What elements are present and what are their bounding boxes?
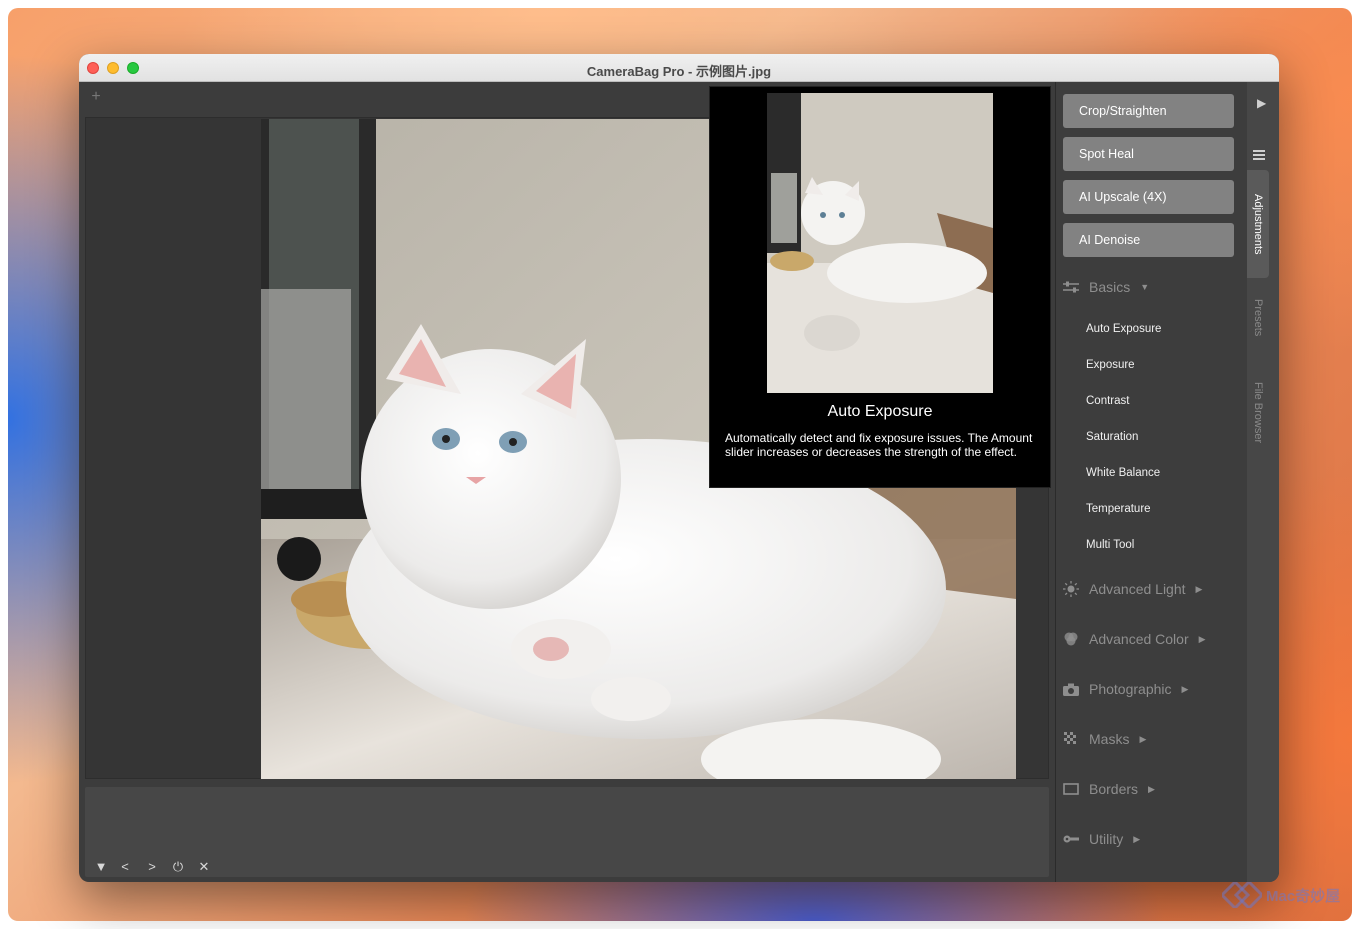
adjustment-tooltip: Auto Exposure Automatically detect and f…	[709, 86, 1051, 488]
panel-tab-strip: ▶ Adjustments Presets File Browser	[1247, 82, 1279, 882]
caret-right-icon: ▶	[1181, 683, 1189, 694]
adjustment-multi-tool[interactable]: Multi Tool	[1086, 539, 1134, 551]
section-label: Photographic	[1089, 681, 1172, 697]
ai-denoise-button[interactable]: AI Denoise	[1063, 223, 1234, 257]
caret-right-icon: ▶	[1198, 633, 1206, 644]
camera-icon	[1062, 680, 1080, 698]
next-image-button[interactable]: >	[144, 859, 160, 874]
adjustment-saturation[interactable]: Saturation	[1086, 431, 1138, 443]
section-utility[interactable]: Utility ▶	[1062, 827, 1140, 851]
tab-presets[interactable]: Presets	[1247, 288, 1269, 348]
title-bar: CameraBag Pro - 示例图片.jpg	[79, 54, 1279, 82]
watermark-logo-icon	[1222, 882, 1262, 908]
section-label: Advanced Light	[1089, 581, 1186, 597]
tab-adjustments[interactable]: Adjustments	[1247, 170, 1269, 278]
sliders-icon	[1062, 278, 1080, 296]
tab-file-browser[interactable]: File Browser	[1247, 368, 1269, 458]
adjustment-contrast[interactable]: Contrast	[1086, 395, 1129, 407]
caret-right-icon: ▶	[1133, 833, 1141, 844]
watermark: Mac奇妙屋	[1222, 882, 1340, 908]
window-title: CameraBag Pro - 示例图片.jpg	[586, 64, 772, 79]
adjustment-auto-exposure[interactable]: Auto Exposure	[1086, 323, 1161, 335]
collapse-filmstrip-button[interactable]: ▼	[93, 859, 109, 874]
adjustment-white-balance[interactable]: White Balance	[1086, 467, 1160, 479]
adjustment-temperature[interactable]: Temperature	[1086, 503, 1151, 515]
section-label: Masks	[1089, 731, 1130, 747]
caret-down-icon: ▼	[1140, 282, 1150, 292]
filmstrip-panel: ▼ < > ⏻ ✕	[85, 787, 1049, 877]
add-tab-button[interactable]: +	[89, 88, 103, 106]
section-label: Borders	[1089, 781, 1139, 797]
color-circles-icon	[1062, 630, 1080, 648]
adjustment-exposure[interactable]: Exposure	[1086, 359, 1135, 371]
section-label: Advanced Color	[1089, 631, 1189, 647]
section-label: Basics	[1089, 279, 1131, 295]
collapse-panel-arrow-icon[interactable]: ▶	[1257, 96, 1266, 110]
section-advanced-color[interactable]: Advanced Color ▶	[1062, 627, 1206, 651]
tooltip-title: Auto Exposure	[827, 403, 933, 420]
wrench-icon	[1062, 830, 1080, 848]
sun-icon	[1062, 580, 1080, 598]
spot-heal-button[interactable]: Spot Heal	[1063, 137, 1234, 171]
caret-right-icon: ▶	[1195, 583, 1203, 594]
checker-icon	[1062, 730, 1080, 748]
caret-right-icon: ▶	[1139, 733, 1147, 744]
border-icon	[1062, 780, 1080, 798]
caret-right-icon: ▶	[1148, 783, 1155, 794]
crop-straighten-button[interactable]: Crop/Straighten	[1063, 94, 1234, 128]
app-window: CameraBag Pro - 示例图片.jpg + ▼ < > ⏻ ✕ Aut…	[79, 54, 1279, 882]
section-masks[interactable]: Masks ▶	[1062, 727, 1146, 751]
section-photographic[interactable]: Photographic ▶	[1062, 677, 1188, 701]
close-image-button[interactable]: ✕	[196, 859, 212, 875]
ai-upscale-button[interactable]: AI Upscale (4X)	[1063, 180, 1234, 214]
watermark-text: Mac奇妙屋	[1266, 887, 1341, 905]
section-borders[interactable]: Borders ▶	[1062, 777, 1155, 801]
tooltip-preview-image	[767, 93, 993, 393]
section-label: Utility	[1089, 831, 1124, 847]
adjustments-panel: Crop/Straighten Spot Heal AI Upscale (4X…	[1055, 82, 1247, 882]
section-basics[interactable]: Basics ▼	[1062, 275, 1149, 299]
tooltip-description: Automatically detect and fix exposure is…	[725, 431, 1033, 459]
section-advanced-light[interactable]: Advanced Light ▶	[1062, 577, 1202, 601]
power-icon[interactable]: ⏻	[170, 859, 186, 875]
previous-image-button[interactable]: <	[117, 859, 133, 874]
menu-icon[interactable]	[1253, 150, 1265, 160]
